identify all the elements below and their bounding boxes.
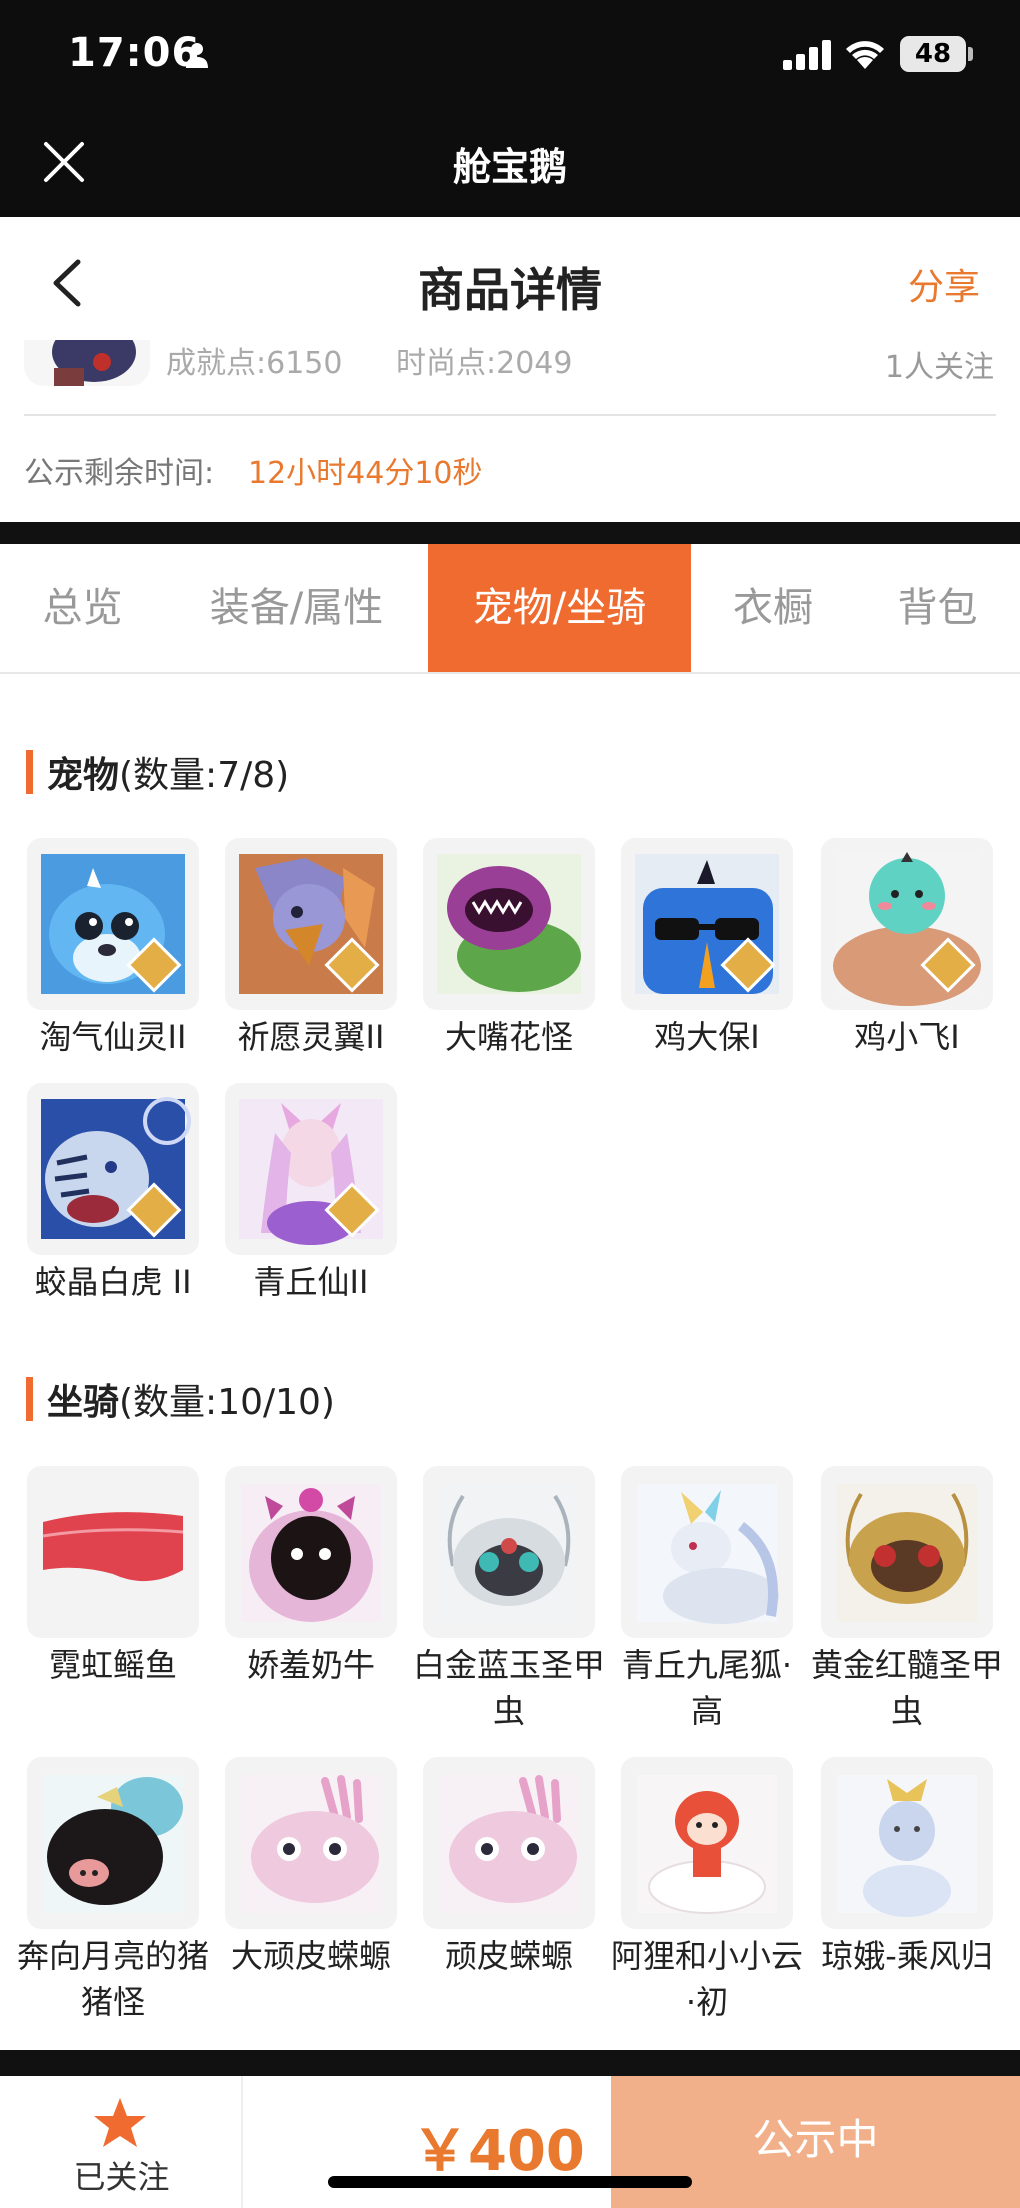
mount-item[interactable]: 阿狸和小小云·初 [611,1757,803,2025]
tab-wardrobe[interactable]: 衣橱 [691,544,855,672]
big-axolotl-mount-icon [225,1757,397,1929]
status-time: 17:06 [68,30,201,76]
mount-name: 顽皮蝾螈 [444,1937,573,1975]
tab-pets-mounts[interactable]: 宠物/坐骑 [428,544,691,672]
mount-item[interactable]: 大顽皮蝾螈 [225,1757,397,1979]
mounts-count: (数量:10/10) [119,1382,335,1423]
goddess-mount-icon [821,1757,993,1929]
muscle-chick-pet-icon [821,838,993,1010]
battery-nub [968,47,973,61]
mount-name: 霓虹鳐鱼 [48,1646,177,1684]
follower-count: 1人关注 [884,350,994,385]
pet-item[interactable]: 大嘴花怪 [423,838,595,1060]
fox-fairy-pet-icon [225,1083,397,1255]
neon-ray-mount-icon [27,1466,199,1638]
person-icon [186,43,208,68]
pet-name: 蛟晶白虎 II [34,1263,192,1301]
mount-name: 阿狸和小小云·初 [610,1937,803,2021]
pet-item[interactable]: 鸡小飞I [821,838,993,1060]
ali-cloud-mount-icon [621,1757,793,1929]
page-title: 商品详情 [418,263,602,317]
home-indicator [328,2176,692,2188]
flower-monster-pet-icon [423,838,595,1010]
mount-item[interactable]: 顽皮蝾螈 [423,1757,595,1979]
tier-badge-icon [324,937,380,993]
tier-badge-icon [920,937,976,993]
mount-name: 大顽皮蝾螈 [230,1937,391,1975]
signal-icon [783,40,831,70]
mount-item[interactable]: 奔向月亮的猪猪怪 [17,1757,209,2025]
tier-badge-icon [126,1182,182,1238]
price: ￥400 [412,2119,585,2184]
pet-name: 青丘仙II [253,1263,369,1301]
countdown-label: 公示剩余时间: [24,456,215,491]
axolotl-mount-icon [423,1757,595,1929]
blue-bird-sunglasses-pet-icon [621,838,793,1010]
white-tiger-pet-icon [27,1083,199,1255]
section-marker [26,750,33,794]
mounts-section-header: 坐骑 (数量:10/10) [26,1373,335,1425]
tier-badge-icon [126,937,182,993]
tab-overview[interactable]: 总览 [0,544,165,672]
mount-name: 青丘九尾狐·高 [621,1646,793,1730]
avatar [24,340,150,386]
battery-indicator: 48 [900,36,966,72]
mount-item[interactable]: 白金蓝玉圣甲虫 [413,1466,605,1734]
mount-item[interactable]: 霓虹鳐鱼 [27,1466,199,1688]
tier-badge-icon [324,1182,380,1238]
countdown-value: 12小时44分10秒 [248,456,483,491]
bottom-action-bar: 已关注 ￥400 公示中 [0,2076,1020,2208]
pets-section-header: 宠物 (数量:7/8) [26,746,289,798]
tab-backpack[interactable]: 背包 [855,544,1020,672]
pets-title: 宠物 [47,755,120,796]
pets-count: (数量:7/8) [119,755,290,796]
bottom-separator [0,2050,1020,2076]
mount-name: 黄金红髓圣甲虫 [810,1646,1003,1730]
divider [24,414,996,416]
section-marker [26,1377,33,1421]
mount-name: 琼娥-乘风归 [821,1937,993,1975]
pet-item[interactable]: 青丘仙II [225,1083,397,1305]
tab-equipment[interactable]: 装备/属性 [165,544,428,672]
gold-beetle-mount-icon [821,1466,993,1638]
pet-name: 鸡大保I [654,1018,760,1056]
mount-name: 白金蓝玉圣甲虫 [412,1646,605,1730]
app-title: 舱宝鹅 [452,145,567,189]
pet-name: 祈愿灵翼II [237,1018,385,1056]
tier-badge-icon [720,937,776,993]
share-button[interactable]: 分享 [908,258,980,310]
shy-cow-mount-icon [225,1466,397,1638]
blue-dog-pet-icon [27,838,199,1010]
app-header: 17:06 48 舱宝鹅 [0,0,1020,217]
status-button[interactable]: 公示中 [611,2076,1020,2208]
star-icon [94,2098,146,2147]
platinum-beetle-mount-icon [423,1466,595,1638]
follow-label: 已关注 [73,2158,170,2196]
nine-tail-fox-mount-icon [621,1466,793,1638]
pet-name: 淘气仙灵II [39,1018,187,1056]
mounts-title: 坐骑 [47,1382,120,1423]
pet-item[interactable]: 蛟晶白虎 II [27,1083,199,1305]
achievement-points: 成就点:6150 [166,346,343,381]
mount-name: 娇羞奶牛 [246,1646,375,1684]
griffin-pet-icon [225,838,397,1010]
fashion-points: 时尚点:2049 [396,346,573,381]
follow-button[interactable]: 已关注 [0,2076,243,2208]
pet-item[interactable]: 淘气仙灵II [27,838,199,1060]
pet-item[interactable]: 鸡大保I [621,838,793,1060]
tab-bar: 总览 装备/属性 宠物/坐骑 衣橱 背包 [0,544,1020,674]
mount-name: 奔向月亮的猪猪怪 [16,1937,209,2021]
pet-name: 大嘴花怪 [444,1018,573,1056]
mount-item[interactable]: 青丘九尾狐·高 [621,1466,793,1734]
mount-item[interactable]: 黄金红髓圣甲虫 [811,1466,1003,1734]
moon-pig-mount-icon [27,1757,199,1929]
mount-item[interactable]: 琼娥-乘风归 [821,1757,993,1979]
pet-item[interactable]: 祈愿灵翼II [225,838,397,1060]
section-separator [0,522,1020,544]
pet-name: 鸡小飞I [854,1018,960,1056]
mount-item[interactable]: 娇羞奶牛 [225,1466,397,1688]
wifi-icon [846,41,884,69]
